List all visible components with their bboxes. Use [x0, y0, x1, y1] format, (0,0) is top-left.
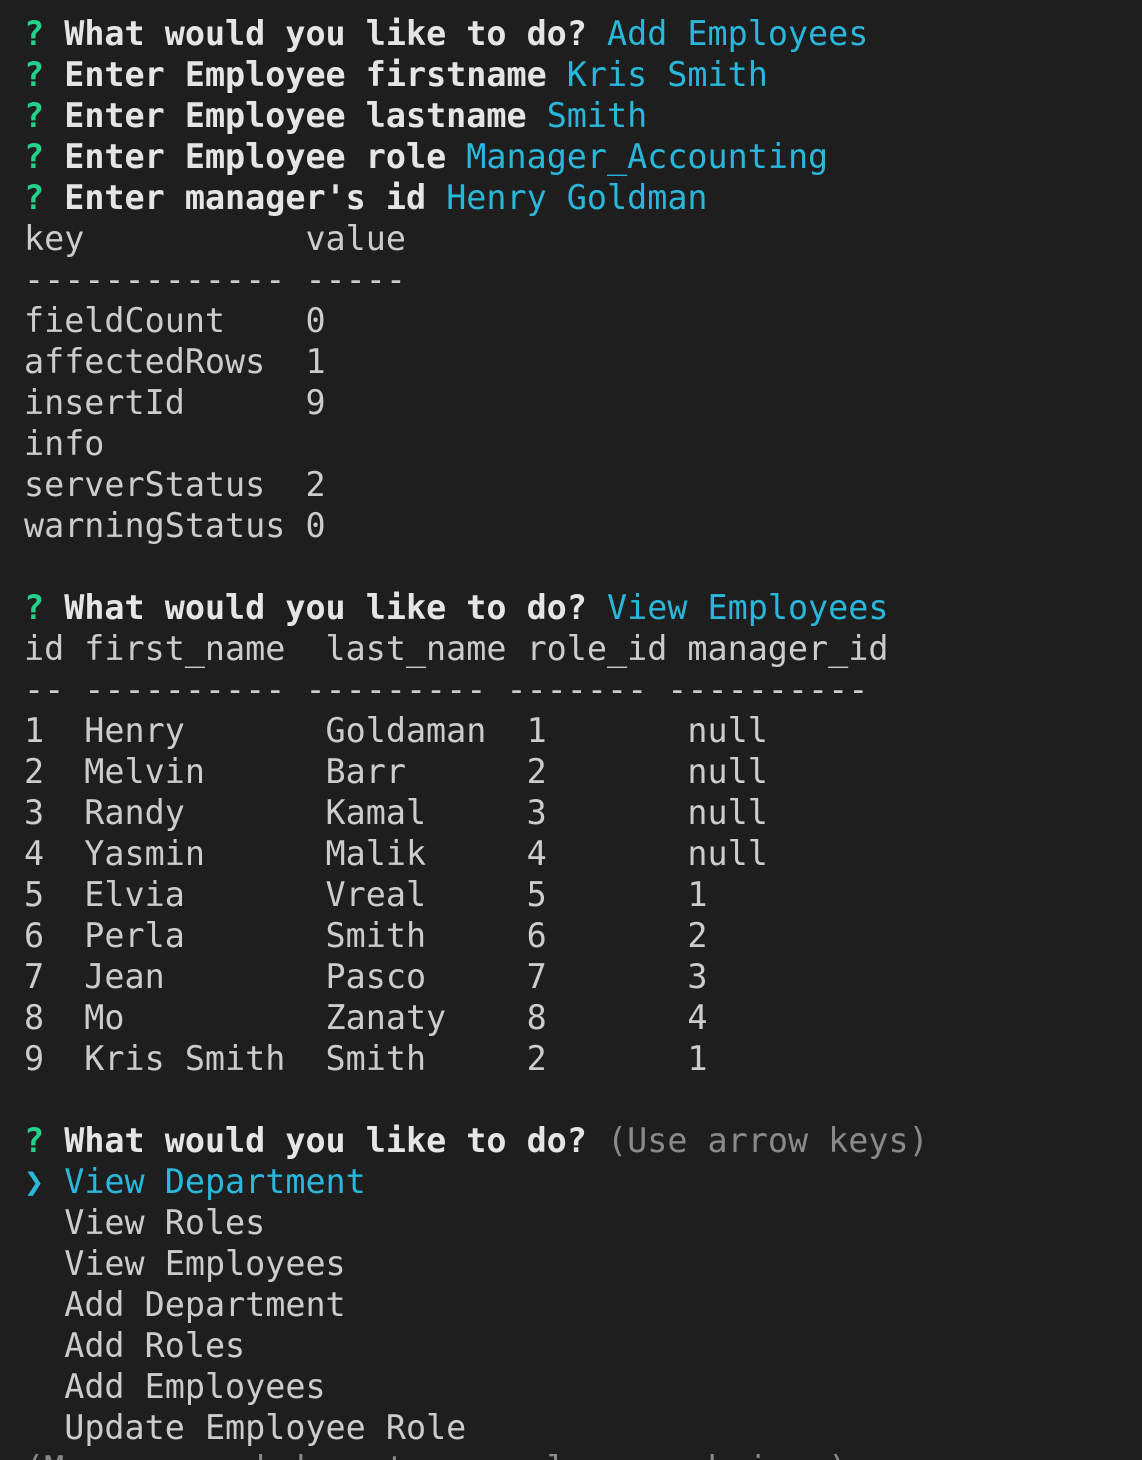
menu-item[interactable]: View Roles: [24, 1202, 1142, 1243]
result-table-divider: ------------- -----: [24, 260, 406, 299]
menu-item[interactable]: Update Employee Role: [24, 1407, 1142, 1448]
menu-item-label: Add Employees: [64, 1367, 326, 1406]
menu-item-label: Add Department: [64, 1285, 346, 1324]
prompt-answer: Manager_Accounting: [466, 137, 829, 176]
prompt-message: What would you like to do?: [64, 588, 587, 627]
result-table-row: serverStatus 2: [24, 465, 326, 504]
question-mark: ?: [24, 178, 45, 217]
prompt-hint: (Use arrow keys): [607, 1121, 929, 1160]
menu-item-label: Update Employee Role: [64, 1408, 467, 1447]
result-table-row: affectedRows 1: [24, 342, 326, 381]
result-table-row: warningStatus 0: [24, 506, 326, 545]
menu-item[interactable]: Add Employees: [24, 1366, 1142, 1407]
prompt-line: ? What would you like to do? (Use arrow …: [24, 1120, 1142, 1161]
menu-item[interactable]: View Employees: [24, 1243, 1142, 1284]
result-table-row: info: [24, 424, 105, 463]
result-table-header: key value: [24, 219, 406, 258]
result-table-row: insertId 9: [24, 383, 326, 422]
prompt-line: ? Enter manager's id Henry Goldman: [24, 177, 1142, 218]
employee-table-row: 5 Elvia Vreal 5 1: [24, 875, 708, 914]
employee-table-divider: -- ---------- --------- ------- --------…: [24, 670, 869, 709]
prompt-message: Enter Employee role: [64, 137, 447, 176]
prompt-message: What would you like to do?: [64, 14, 587, 53]
prompt-line: ? What would you like to do? View Employ…: [24, 587, 1142, 628]
pointer-icon: ❯: [24, 1162, 45, 1201]
menu-item-label: Add Roles: [64, 1326, 246, 1365]
prompt-message: Enter Employee firstname: [64, 55, 547, 94]
question-mark: ?: [24, 14, 45, 53]
employee-table-row: 4 Yasmin Malik 4 null: [24, 834, 768, 873]
employee-table-row: 7 Jean Pasco 7 3: [24, 957, 708, 996]
question-mark: ?: [24, 96, 45, 135]
question-mark: ?: [24, 1121, 45, 1160]
menu-footer-hint: (Move up and down to reveal more choices…: [24, 1448, 1142, 1460]
prompt-answer: Smith: [546, 96, 648, 135]
terminal-window: ? What would you like to do? Add Employe…: [0, 0, 1142, 1460]
prompt-line: ? What would you like to do? Add Employe…: [24, 13, 1142, 54]
question-mark: ?: [24, 588, 45, 627]
employee-table-row: 2 Melvin Barr 2 null: [24, 752, 768, 791]
menu-item[interactable]: Add Department: [24, 1284, 1142, 1325]
prompt-answer: View Employees: [607, 588, 889, 627]
employee-table-row: 6 Perla Smith 6 2: [24, 916, 708, 955]
prompt-message: What would you like to do?: [64, 1121, 587, 1160]
prompt-line: ? Enter Employee firstname Kris Smith: [24, 54, 1142, 95]
prompt-answer: Add Employees: [607, 14, 869, 53]
employee-table-row: 8 Mo Zanaty 8 4: [24, 998, 708, 1037]
menu-item-label: View Roles: [64, 1203, 266, 1242]
result-table-row: fieldCount 0: [24, 301, 326, 340]
menu-item-label: View Department: [64, 1162, 366, 1201]
prompt-message: Enter manager's id: [64, 178, 427, 217]
employee-table-row: 9 Kris Smith Smith 2 1: [24, 1039, 708, 1078]
question-mark: ?: [24, 137, 45, 176]
prompt-answer: Kris Smith: [566, 55, 768, 94]
employee-table-row: 1 Henry Goldaman 1 null: [24, 711, 768, 750]
prompt-line: ? Enter Employee role Manager_Accounting: [24, 136, 1142, 177]
menu-item-label: View Employees: [64, 1244, 346, 1283]
employee-table-row: 3 Randy Kamal 3 null: [24, 793, 768, 832]
menu-item-selected[interactable]: ❯ View Department: [24, 1161, 1142, 1202]
prompt-message: Enter Employee lastname: [64, 96, 527, 135]
prompt-line: ? Enter Employee lastname Smith: [24, 95, 1142, 136]
employee-table-header: id first_name last_name role_id manager_…: [24, 629, 889, 668]
prompt-answer: Henry Goldman: [446, 178, 708, 217]
menu-item[interactable]: Add Roles: [24, 1325, 1142, 1366]
question-mark: ?: [24, 55, 45, 94]
